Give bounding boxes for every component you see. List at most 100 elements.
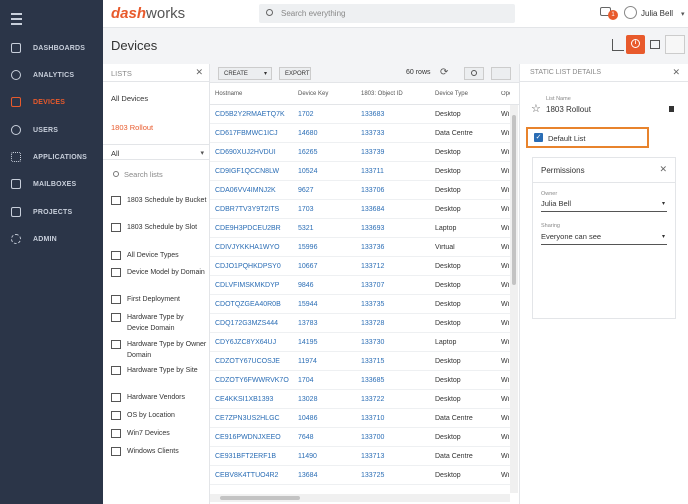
user-name[interactable]: Julia Bell — [641, 9, 673, 18]
crop-icon[interactable] — [612, 39, 624, 51]
table-row[interactable]: CDOTQZGEA40R0B 15944 133735 Desktop Wi — [210, 295, 510, 314]
nav-item-analytics[interactable]: ANALYTICS — [0, 62, 103, 88]
device-key-cell[interactable]: 16265 — [298, 149, 356, 156]
nav-item-users[interactable]: USERS — [0, 117, 103, 143]
table-row[interactable]: CD690XUJ2HVDUI 16265 133739 Desktop Wi — [210, 143, 510, 162]
list-filter-select[interactable]: All ▾ — [103, 144, 209, 160]
device-key-cell[interactable]: 1704 — [298, 377, 356, 384]
horizontal-scrollbar[interactable] — [210, 494, 510, 502]
object-id-cell[interactable]: 133685 — [361, 377, 429, 384]
column-header-device-type[interactable]: Device Type — [435, 91, 468, 97]
list-item[interactable]: 1803 Schedule by Slot — [111, 222, 207, 233]
table-row[interactable]: CE931BFT2ERF1B 11490 133713 Data Centre Wi — [210, 447, 510, 466]
table-row[interactable]: CDY6JZC8YX64UJ 14195 133730 Laptop Wi — [210, 333, 510, 352]
hostname-cell[interactable]: CDQ172G3MZS444 — [215, 320, 295, 327]
device-key-cell[interactable]: 9846 — [298, 282, 356, 289]
hostname-cell[interactable]: CE916PWDNJXEEO — [215, 434, 295, 441]
info-button[interactable]: i — [626, 35, 645, 54]
object-id-cell[interactable]: 133730 — [361, 339, 429, 346]
table-row[interactable]: CDZOTY6FWWRVK7O 1704 133685 Desktop Wi — [210, 371, 510, 390]
hostname-cell[interactable]: CDBR7TV3Y9T2ITS — [215, 206, 295, 213]
object-id-cell[interactable]: 133736 — [361, 244, 429, 251]
hostname-cell[interactable]: CDLVFIMSKMKDYP — [215, 282, 295, 289]
list-item[interactable]: Device Model by Domain — [111, 267, 207, 278]
column-header-hostname[interactable]: Hostname — [215, 91, 242, 97]
hostname-cell[interactable]: CD690XUJ2HVDUI — [215, 149, 295, 156]
table-row[interactable]: CDBR7TV3Y9T2ITS 1703 133684 Desktop Wi — [210, 200, 510, 219]
star-icon[interactable]: ☆ — [531, 102, 541, 115]
table-row[interactable]: CEBV8K4TTUO4R2 13684 133725 Desktop Wi — [210, 466, 510, 485]
hostname-cell[interactable]: CE4KKSI1XB1393 — [215, 396, 295, 403]
table-row[interactable]: CE7ZPN3US2HLGC 10486 133710 Data Centre Wi — [210, 409, 510, 428]
object-id-cell[interactable]: 133712 — [361, 263, 429, 270]
object-id-cell[interactable]: 133735 — [361, 301, 429, 308]
list-item[interactable]: OS by Location — [111, 410, 207, 421]
device-key-cell[interactable]: 1703 — [298, 206, 356, 213]
nav-item-projects[interactable]: PROJECTS — [0, 199, 103, 225]
table-row[interactable]: CE4KKSI1XB1393 13028 133722 Desktop Wi — [210, 390, 510, 409]
device-key-cell[interactable]: 9627 — [298, 187, 356, 194]
device-key-cell[interactable]: 13783 — [298, 320, 356, 327]
device-key-cell[interactable]: 7648 — [298, 434, 356, 441]
hostname-cell[interactable]: CE7ZPN3US2HLGC — [215, 415, 295, 422]
hostname-cell[interactable]: CEBV8K4TTUO4R2 — [215, 472, 295, 479]
object-id-cell[interactable]: 133706 — [361, 187, 429, 194]
table-row[interactable]: CDIVJYKKHA1WYO 15996 133736 Virtual Wi — [210, 238, 510, 257]
global-search-input[interactable]: Search everything — [259, 4, 515, 23]
list-view-icon[interactable] — [650, 40, 660, 49]
close-icon[interactable]: ✕ — [659, 164, 667, 175]
column-header-device-key[interactable]: Device Key — [298, 91, 328, 97]
trash-icon[interactable] — [669, 106, 674, 112]
object-id-cell[interactable]: 133710 — [361, 415, 429, 422]
refresh-icon[interactable]: ⟳ — [440, 67, 448, 78]
column-header-object-id[interactable]: 1803: Object ID — [361, 91, 403, 97]
hostname-cell[interactable]: CDA06VV4IMNJ2K — [215, 187, 295, 194]
hostname-cell[interactable]: CD9IGF1QCCN8LW — [215, 168, 295, 175]
vertical-scrollbar[interactable] — [510, 105, 518, 493]
list-item[interactable]: First Deployment — [111, 294, 207, 305]
create-button[interactable]: CREATE ▾ — [218, 67, 272, 80]
device-key-cell[interactable]: 15944 — [298, 301, 356, 308]
table-row[interactable]: CD9IGF1QCCN8LW 10524 133711 Desktop Wi — [210, 162, 510, 181]
table-row[interactable]: CDJO1PQHKDPSY0 10667 133712 Desktop Wi — [210, 257, 510, 276]
owner-select[interactable]: Julia Bell ▾ — [541, 199, 667, 212]
table-row[interactable]: CDZOTY67UCOSJE 11974 133715 Desktop Wi — [210, 352, 510, 371]
grid-search-button[interactable] — [464, 67, 484, 80]
sharing-select[interactable]: Everyone can see ▾ — [541, 232, 667, 245]
grid-filter-button[interactable] — [491, 67, 511, 80]
hostname-cell[interactable]: CDJO1PQHKDPSY0 — [215, 263, 295, 270]
list-item[interactable]: Hardware Vendors — [111, 392, 207, 403]
list-item[interactable]: Windows Clients — [111, 446, 207, 457]
object-id-cell[interactable]: 133683 — [361, 111, 429, 118]
nav-item-applications[interactable]: APPLICATIONS — [0, 144, 103, 170]
nav-item-mailboxes[interactable]: MAILBOXES — [0, 171, 103, 197]
table-row[interactable]: CDQ172G3MZS444 13783 133728 Desktop Wi — [210, 314, 510, 333]
device-key-cell[interactable]: 11974 — [298, 358, 356, 365]
device-key-cell[interactable]: 11490 — [298, 453, 356, 460]
device-key-cell[interactable]: 5321 — [298, 225, 356, 232]
hostname-cell[interactable]: CD617FBMWC1ICJ — [215, 130, 295, 137]
list-item[interactable]: Win7 Devices — [111, 428, 207, 439]
list-item[interactable]: Hardware Type by Site — [111, 365, 207, 376]
object-id-cell[interactable]: 133733 — [361, 130, 429, 137]
hostname-cell[interactable]: CE931BFT2ERF1B — [215, 453, 295, 460]
scrollbar-thumb[interactable] — [512, 115, 516, 285]
device-key-cell[interactable]: 13684 — [298, 472, 356, 479]
close-icon[interactable]: ✕ — [195, 67, 203, 78]
object-id-cell[interactable]: 133725 — [361, 472, 429, 479]
object-id-cell[interactable]: 133711 — [361, 168, 429, 175]
table-row[interactable]: CD5B2Y2RMAETQ7K 1702 133683 Desktop Wi — [210, 105, 510, 124]
close-icon[interactable]: ✕ — [672, 67, 680, 78]
all-devices-link[interactable]: All Devices — [111, 94, 148, 103]
device-key-cell[interactable]: 14680 — [298, 130, 356, 137]
default-list-option[interactable]: ✓ Default List — [526, 127, 649, 148]
object-id-cell[interactable]: 133707 — [361, 282, 429, 289]
hamburger-menu-icon[interactable] — [11, 13, 22, 28]
device-key-cell[interactable]: 15996 — [298, 244, 356, 251]
nav-item-admin[interactable]: ADMIN — [0, 226, 103, 252]
table-row[interactable]: CE916PWDNJXEEO 7648 133700 Desktop Wi — [210, 428, 510, 447]
object-id-cell[interactable]: 133722 — [361, 396, 429, 403]
object-id-cell[interactable]: 133715 — [361, 358, 429, 365]
device-key-cell[interactable]: 10524 — [298, 168, 356, 175]
object-id-cell[interactable]: 133728 — [361, 320, 429, 327]
